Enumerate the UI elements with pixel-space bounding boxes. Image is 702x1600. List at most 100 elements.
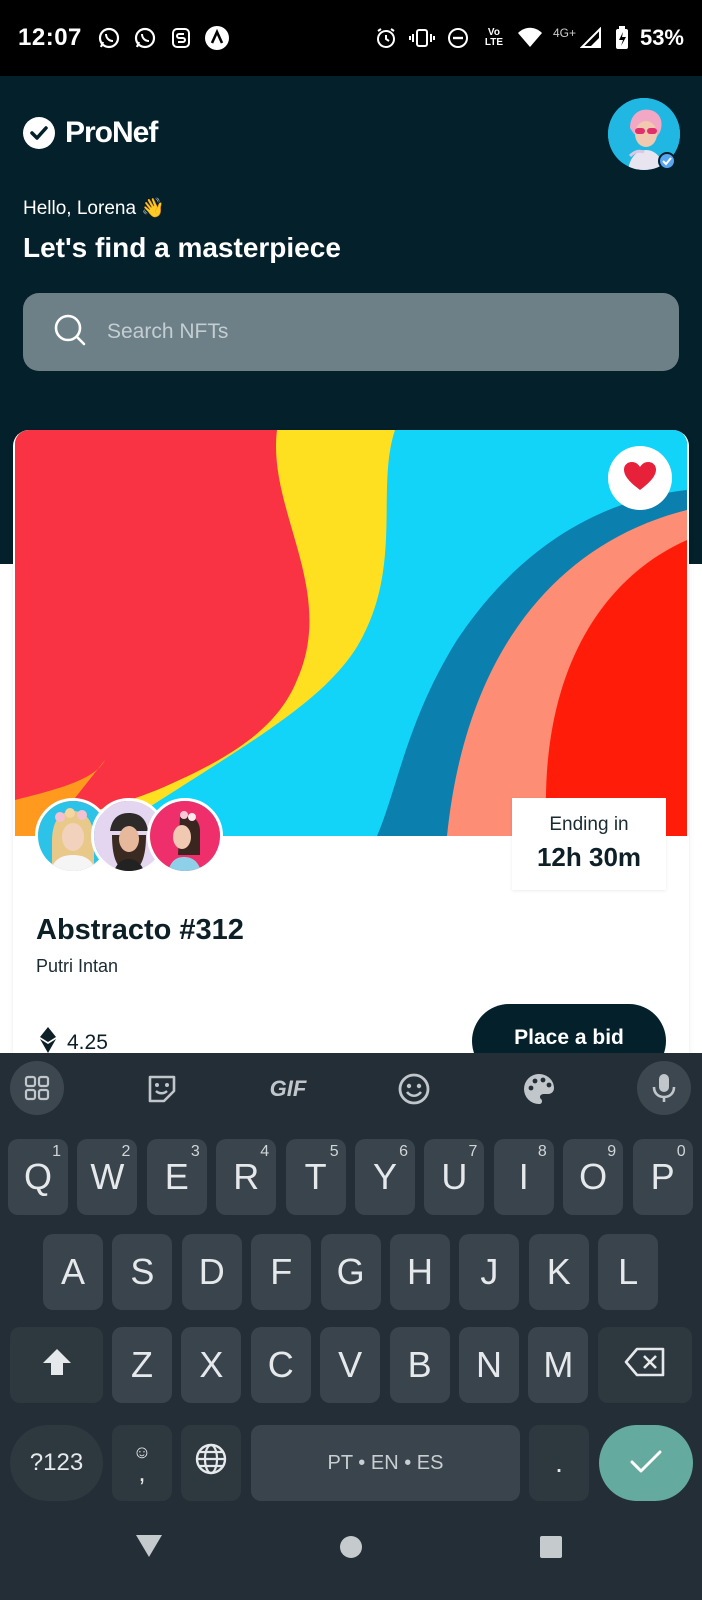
whatsapp-icon	[96, 25, 122, 51]
key-u[interactable]: U7	[424, 1139, 485, 1215]
key-label: J	[480, 1251, 499, 1292]
key-label: V	[338, 1344, 363, 1385]
gif-button[interactable]: GIF	[260, 1063, 316, 1115]
key-e[interactable]: E3	[146, 1139, 207, 1215]
ending-countdown: 12h 30m	[536, 842, 642, 872]
key-q[interactable]: Q1	[8, 1139, 68, 1215]
key-w[interactable]: W2	[77, 1139, 138, 1215]
key-label: U	[441, 1156, 468, 1197]
key-f[interactable]: F	[251, 1234, 312, 1310]
checkmark-icon	[629, 1442, 663, 1484]
key-x[interactable]: X	[181, 1327, 242, 1403]
keyboard-toolbar: GIF	[0, 1053, 702, 1123]
key-o[interactable]: O9	[563, 1139, 624, 1215]
key-hint: 3	[190, 1143, 200, 1160]
key-d[interactable]: D	[181, 1234, 242, 1310]
back-nav-icon[interactable]	[134, 1533, 164, 1564]
key-label: M	[543, 1344, 574, 1385]
backspace-key[interactable]	[598, 1327, 692, 1403]
status-bar: 12:07 Vo LTE 4G+ 53%	[0, 0, 702, 76]
volte-icon: Vo LTE	[484, 27, 504, 48]
brand-logo: ProNef	[23, 116, 158, 150]
key-s[interactable]: S	[112, 1234, 173, 1310]
key-hint: 7	[468, 1143, 478, 1160]
emoji-icon[interactable]	[386, 1063, 442, 1115]
key-label: K	[546, 1251, 571, 1292]
palette-icon[interactable]	[511, 1063, 567, 1115]
shift-icon	[40, 1344, 74, 1386]
key-hint: 1	[52, 1143, 61, 1160]
language-key[interactable]	[181, 1425, 241, 1501]
key-k[interactable]: K	[528, 1234, 589, 1310]
navigation-bar	[0, 1505, 702, 1600]
nft-card[interactable]: Ending in 12h 30m Abstracto #312 Putri I…	[13, 430, 689, 1070]
key-label: P	[650, 1156, 675, 1197]
price-value: 4.25	[67, 1031, 108, 1054]
sticker-icon[interactable]	[134, 1063, 190, 1115]
home-nav-icon[interactable]	[339, 1535, 363, 1564]
space-key[interactable]: PT • EN • ES	[251, 1425, 520, 1501]
key-g[interactable]: G	[320, 1234, 381, 1310]
key-label: B	[407, 1344, 432, 1385]
apps-grid-icon[interactable]	[10, 1061, 64, 1115]
key-label: X	[199, 1344, 224, 1385]
key-label: G	[336, 1251, 365, 1292]
key-n[interactable]: N	[459, 1327, 519, 1403]
key-label: W	[90, 1156, 125, 1197]
key-label: H	[407, 1251, 433, 1292]
key-t[interactable]: T5	[285, 1139, 346, 1215]
key-a[interactable]: A	[43, 1234, 103, 1310]
s-app-icon	[168, 25, 194, 51]
bidder-avatars	[35, 798, 223, 874]
key-hint: 4	[260, 1143, 270, 1160]
key-y[interactable]: Y6	[355, 1139, 415, 1215]
search-input[interactable]: Search NFTs	[23, 293, 679, 371]
key-hint: 9	[607, 1143, 617, 1160]
key-i[interactable]: I8	[493, 1139, 554, 1215]
nft-artist[interactable]: Putri Intan	[36, 956, 118, 977]
key-label: Y	[372, 1156, 397, 1197]
symbols-key[interactable]: ?123	[10, 1425, 103, 1501]
key-label: T	[304, 1156, 327, 1197]
key-label: F	[270, 1251, 293, 1292]
key-label: Z	[131, 1344, 153, 1385]
key-v[interactable]: V	[320, 1327, 381, 1403]
key-l[interactable]: L	[598, 1234, 659, 1310]
search-placeholder: Search NFTs	[107, 320, 229, 343]
key-h[interactable]: H	[390, 1234, 450, 1310]
recents-nav-icon[interactable]	[539, 1535, 563, 1564]
globe-icon	[194, 1442, 228, 1485]
shift-key[interactable]	[10, 1327, 103, 1403]
emoji-comma-key[interactable]: ☺ ,	[112, 1425, 172, 1501]
favorite-button[interactable]	[608, 446, 672, 510]
network-type: 4G+	[552, 26, 576, 40]
ending-label: Ending in	[549, 814, 629, 835]
signal-icon	[578, 25, 604, 51]
a-app-icon	[204, 25, 230, 51]
key-m[interactable]: M	[528, 1327, 589, 1403]
enter-key[interactable]	[599, 1425, 693, 1501]
key-hint: 8	[537, 1143, 547, 1160]
period-key[interactable]: .	[529, 1425, 589, 1501]
nft-title[interactable]: Abstracto #312	[36, 914, 244, 947]
microphone-icon[interactable]	[637, 1061, 691, 1115]
key-label: Q	[23, 1156, 52, 1197]
key-z[interactable]: Z	[112, 1327, 172, 1403]
dnd-icon	[445, 25, 471, 51]
key-label: I	[518, 1156, 529, 1197]
key-c[interactable]: C	[250, 1327, 311, 1403]
whatsapp-icon	[132, 25, 158, 51]
nft-artwork[interactable]	[15, 430, 687, 836]
search-icon	[53, 313, 87, 352]
alarm-icon	[373, 25, 399, 51]
comma-label: ,	[138, 1457, 146, 1487]
key-b[interactable]: B	[389, 1327, 450, 1403]
key-r[interactable]: R4	[216, 1139, 277, 1215]
avatar[interactable]	[147, 798, 223, 874]
key-label: R	[233, 1156, 260, 1197]
key-label: E	[164, 1156, 189, 1197]
backspace-icon	[624, 1344, 666, 1386]
verified-badge-icon	[658, 152, 676, 170]
key-p[interactable]: P0	[632, 1139, 693, 1215]
key-j[interactable]: J	[459, 1234, 520, 1310]
